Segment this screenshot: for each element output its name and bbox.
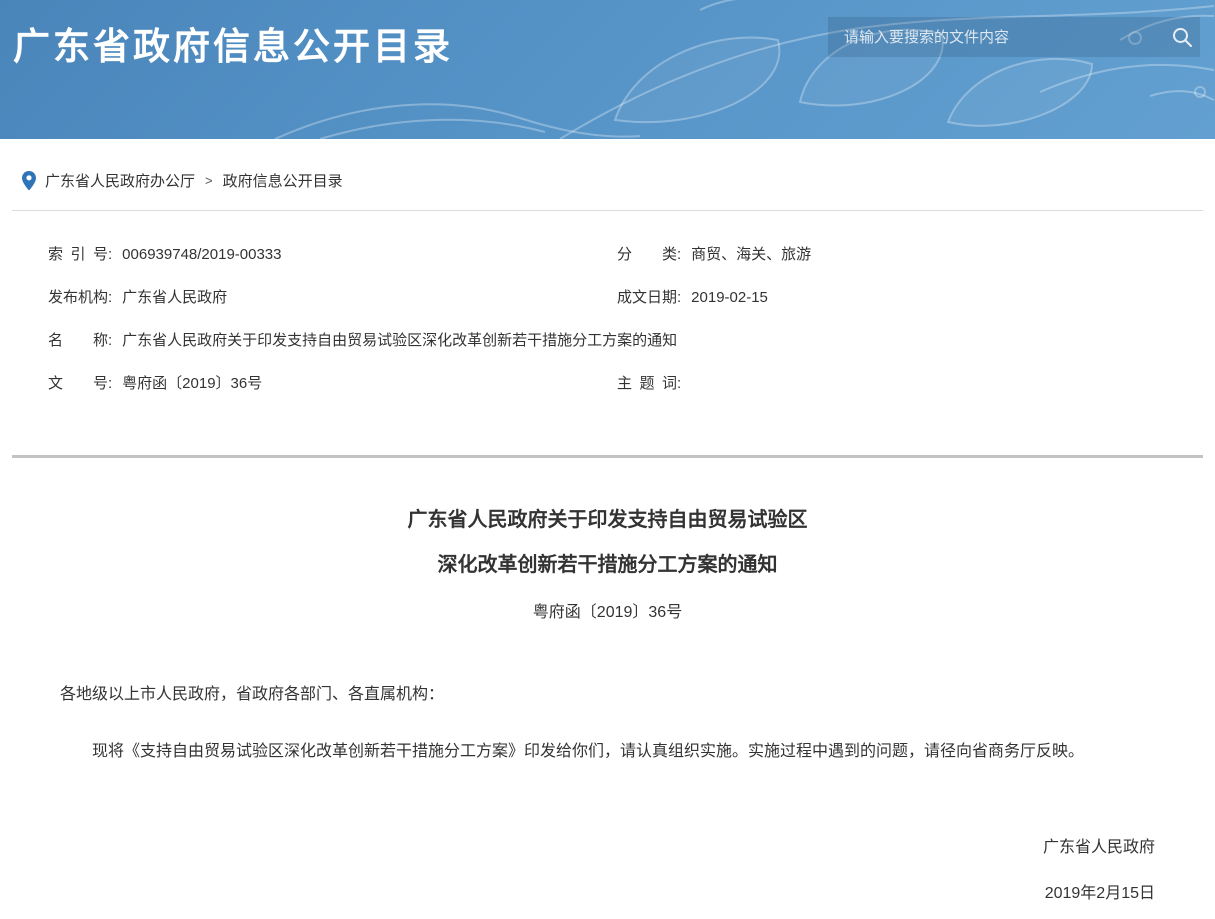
document-title-line1: 广东省人民政府关于印发支持自由贸易试验区: [60, 510, 1155, 530]
meta-colon: :: [677, 290, 681, 306]
breadcrumb-separator: >: [205, 173, 213, 188]
signature-date: 2019年2月15日: [60, 885, 1155, 903]
page-title: 广东省政府信息公开目录: [13, 16, 453, 70]
meta-label: 文号: [48, 376, 108, 392]
document-title-line2: 深化改革创新若干措施分工方案的通知: [60, 555, 1155, 575]
meta-label: 名称: [48, 333, 108, 349]
search-box: [828, 17, 1200, 57]
meta-value: 商贸、海关、旅游: [691, 246, 811, 263]
meta-colon: :: [108, 290, 112, 306]
document-body: 广东省人民政府关于印发支持自由贸易试验区 深化改革创新若干措施分工方案的通知 粤…: [0, 458, 1215, 903]
meta-value: 006939748/2019-00333: [122, 246, 281, 263]
meta-field-subject: 主题词:: [617, 376, 1167, 392]
meta-label: 成文日期: [617, 290, 677, 306]
meta-colon: :: [108, 376, 112, 392]
meta-label: 主题词: [617, 376, 677, 392]
breadcrumb: 广东省人民政府办公厅 > 政府信息公开目录: [0, 139, 1215, 191]
meta-value: 广东省人民政府: [122, 289, 227, 306]
meta-value: 粤府函〔2019〕36号: [122, 375, 262, 392]
search-button[interactable]: [1164, 17, 1200, 57]
paragraph-body: 现将《支持自由贸易试验区深化改革创新若干措施分工方案》印发给你们，请认真组织实施…: [60, 744, 1155, 760]
breadcrumb-root-link[interactable]: 广东省人民政府办公厅: [45, 170, 195, 191]
meta-field-name: 名称: 广东省人民政府关于印发支持自由贸易试验区深化改革创新若干措施分工方案的通知: [48, 333, 1167, 349]
meta-label: 索引号: [48, 247, 108, 263]
search-icon: [1171, 26, 1193, 48]
breadcrumb-current-link[interactable]: 政府信息公开目录: [223, 170, 343, 191]
meta-field-doc-number: 文号: 粤府函〔2019〕36号: [48, 376, 617, 392]
meta-colon: :: [677, 376, 681, 392]
hero-header: 广东省政府信息公开目录: [0, 0, 1215, 139]
meta-field-index-number: 索引号:006939748/2019-00333: [48, 247, 617, 263]
location-pin-icon: [22, 171, 36, 191]
search-input[interactable]: [828, 17, 1164, 57]
meta-label: 发布机构: [48, 290, 108, 306]
paragraph-salutation: 各地级以上市人民政府，省政府各部门、各直属机构：: [60, 687, 1155, 703]
meta-field-category: 分类: 商贸、海关、旅游: [617, 247, 1167, 263]
meta-label: 分类: [617, 247, 677, 263]
document-metadata: 索引号:006939748/2019-00333 分类:商贸、海关、旅游 发布机…: [0, 211, 1215, 419]
meta-colon: :: [677, 247, 681, 263]
document-number: 粤府函〔2019〕36号: [60, 605, 1155, 621]
meta-field-publisher: 发布机构: 广东省人民政府: [48, 290, 617, 306]
meta-value: 广东省人民政府关于印发支持自由贸易试验区深化改革创新若干措施分工方案的通知: [122, 332, 677, 349]
meta-colon: :: [108, 247, 112, 263]
meta-value: 2019-02-15: [691, 289, 768, 306]
signature: 广东省人民政府: [60, 839, 1155, 857]
meta-field-written-date: 成文日期:2019-02-15: [617, 290, 1167, 306]
meta-colon: :: [108, 333, 112, 349]
